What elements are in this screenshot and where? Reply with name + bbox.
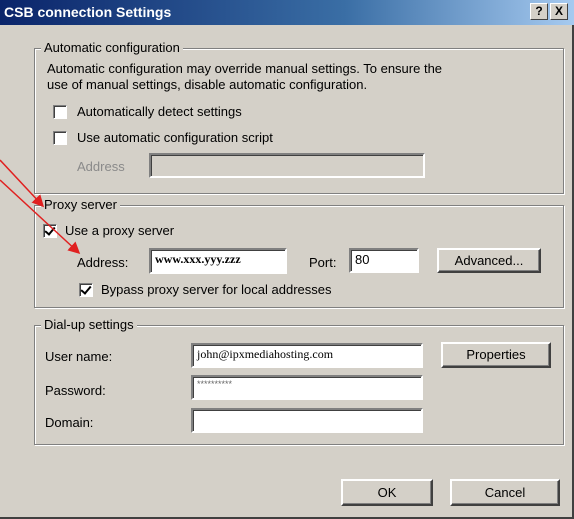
use-proxy-checkbox[interactable] — [43, 224, 57, 238]
bypass-local-label[interactable]: Bypass proxy server for local addresses — [101, 282, 331, 297]
proxy-port-label: Port: — [309, 255, 337, 270]
help-button[interactable]: ? — [530, 3, 548, 20]
title-bar[interactable]: CSB connection Settings ? X — [0, 0, 574, 25]
password-label: Password: — [45, 383, 106, 398]
proxy-port-field[interactable]: 80 — [349, 248, 419, 273]
proxy-server-legend: Proxy server — [41, 197, 120, 212]
password-field[interactable]: ********** — [191, 375, 423, 400]
auto-config-script-label[interactable]: Use automatic configuration script — [77, 130, 273, 145]
username-label: User name: — [45, 349, 113, 364]
proxy-address-field[interactable]: www.xxx.yyy.zzz — [149, 248, 287, 274]
automatic-configuration-group: Automatic configuration Automatic config… — [34, 40, 564, 194]
advanced-button[interactable]: Advanced... — [437, 248, 541, 273]
proxy-server-group: Proxy server Use a proxy server Address:… — [34, 197, 564, 308]
window-title: CSB connection Settings — [4, 4, 172, 20]
automatic-configuration-legend: Automatic configuration — [41, 40, 183, 55]
proxy-address-label: Address: — [77, 255, 129, 270]
domain-label: Domain: — [45, 415, 94, 430]
bypass-local-checkbox[interactable] — [79, 283, 93, 297]
username-field[interactable]: john@ipxmediahosting.com — [191, 343, 423, 368]
auto-config-address-field[interactable] — [149, 153, 425, 178]
cancel-button[interactable]: Cancel — [450, 479, 560, 506]
use-proxy-label[interactable]: Use a proxy server — [65, 223, 174, 238]
auto-config-description-line1: Automatic configuration may override man… — [47, 61, 443, 76]
ok-button[interactable]: OK — [341, 479, 433, 506]
domain-field[interactable] — [191, 408, 423, 433]
dialup-settings-legend: Dial-up settings — [41, 317, 137, 332]
properties-button[interactable]: Properties — [441, 342, 551, 368]
close-button[interactable]: X — [550, 3, 568, 20]
connection-settings-dialog: CSB connection Settings ? X Automatic co… — [0, 0, 574, 519]
auto-config-script-checkbox[interactable] — [53, 131, 67, 145]
auto-config-address-label: Address — [77, 159, 125, 174]
auto-config-description-line2: use of manual settings, disable automati… — [47, 77, 368, 92]
dialup-settings-group: Dial-up settings User name: john@ipxmedi… — [34, 317, 564, 445]
auto-detect-label[interactable]: Automatically detect settings — [77, 104, 242, 119]
auto-detect-checkbox[interactable] — [53, 105, 67, 119]
